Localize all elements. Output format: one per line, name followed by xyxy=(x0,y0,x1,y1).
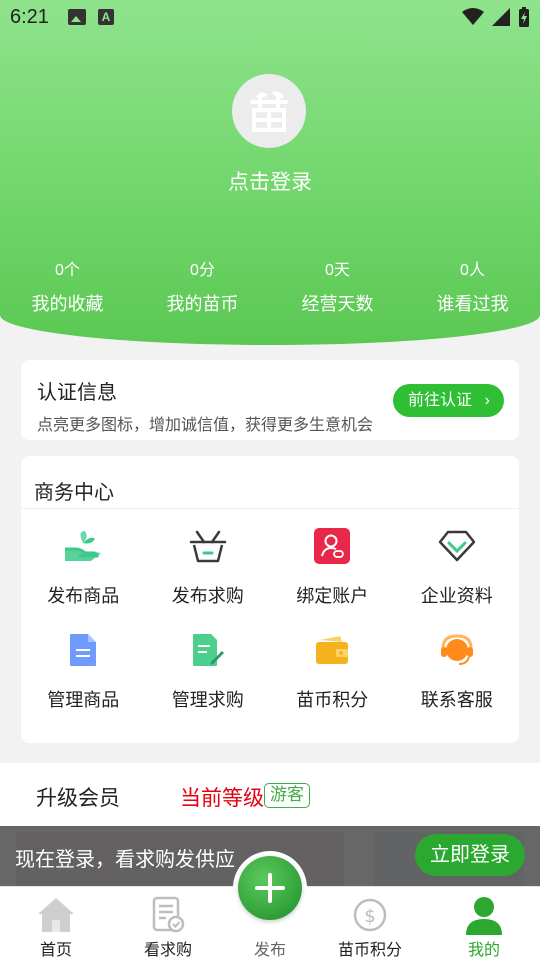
business-center-card: 商务中心 发布商品 发布求购 绑定账户 企业资料 管理商品 管理求购 苗币积分 … xyxy=(21,456,519,743)
chevron-right-icon: › xyxy=(484,392,490,409)
business-grid: 发布商品 发布求购 绑定账户 企业资料 管理商品 管理求购 苗币积分 联系客服 xyxy=(21,526,519,712)
grid-label: 绑定账户 xyxy=(296,586,369,606)
level-badge: 游客 xyxy=(264,783,310,808)
stat-label: 我的苗币 xyxy=(166,294,239,314)
home-icon xyxy=(38,898,74,932)
wallet-icon xyxy=(316,636,349,664)
publish-request-button[interactable]: 发布求购 xyxy=(146,526,271,608)
tab-label: 我的 xyxy=(467,942,500,959)
seedling-logo-icon xyxy=(250,91,288,132)
plus-icon xyxy=(255,873,285,903)
status-time: 6:21 xyxy=(10,6,49,28)
grid-label: 企业资料 xyxy=(420,586,493,606)
grid-label: 管理求购 xyxy=(171,690,244,710)
wifi-icon xyxy=(462,8,484,25)
stat-label: 经营天数 xyxy=(301,294,374,314)
status-bar: 6:21 A xyxy=(0,0,540,36)
bottom-tab-bar: 首页 看求购 发布 $ 苗币积分 我的 xyxy=(0,851,540,960)
account-link-icon xyxy=(314,528,351,564)
auth-title: 认证信息 xyxy=(37,382,117,404)
stat-business-days[interactable]: 0天 经营天数 xyxy=(270,256,405,316)
tab-label: 发布 xyxy=(253,942,286,959)
tab-label: 看求购 xyxy=(143,942,192,959)
go-verify-button[interactable]: 前往认证 › xyxy=(393,384,504,417)
tab-home[interactable]: 首页 xyxy=(2,887,110,960)
stat-label: 我的收藏 xyxy=(31,294,104,314)
stat-coins[interactable]: 0分 我的苗币 xyxy=(135,256,270,316)
upgrade-member-row[interactable]: 升级会员 当前等级 游客 xyxy=(0,763,540,818)
avatar[interactable] xyxy=(232,74,306,148)
grid-label: 联系客服 xyxy=(420,690,493,710)
stat-value: 0分 xyxy=(190,262,215,279)
auth-card: 认证信息 点亮更多图标，增加诚信值，获得更多生意机会 前往认证 › xyxy=(21,360,519,440)
tab-coin-points[interactable]: $ 苗币积分 xyxy=(316,887,424,960)
business-center-title: 商务中心 xyxy=(34,482,114,504)
basket-icon xyxy=(189,530,226,563)
request-list-icon xyxy=(152,896,185,933)
company-info-button[interactable]: 企业资料 xyxy=(395,526,520,608)
tab-mine[interactable]: 我的 xyxy=(430,887,538,960)
grid-label: 苗币积分 xyxy=(296,690,369,710)
stat-visitors[interactable]: 0人 谁看过我 xyxy=(405,256,540,316)
current-level-label: 当前等级 xyxy=(180,787,264,810)
login-now-button[interactable]: 立即登录 xyxy=(415,834,525,876)
upgrade-member-title: 升级会员 xyxy=(36,787,120,810)
font-notification-icon: A xyxy=(98,9,114,25)
manage-products-button[interactable]: 管理商品 xyxy=(21,630,146,712)
diamond-icon xyxy=(438,530,475,562)
manage-requests-button[interactable]: 管理求购 xyxy=(146,630,271,712)
image-notification-icon xyxy=(68,9,86,25)
hand-plant-icon xyxy=(65,531,102,561)
user-icon xyxy=(466,897,502,935)
document-icon xyxy=(70,634,97,666)
stat-favorites[interactable]: 0个 我的收藏 xyxy=(0,256,135,316)
stat-label: 谁看过我 xyxy=(436,294,509,314)
login-banner-text: 现在登录，看求购发供应 xyxy=(15,849,235,871)
grid-label: 管理商品 xyxy=(47,690,120,710)
bind-account-button[interactable]: 绑定账户 xyxy=(270,526,395,608)
stat-value: 0个 xyxy=(55,262,80,279)
auth-description: 点亮更多图标，增加诚信值，获得更多生意机会 xyxy=(37,417,374,434)
battery-icon xyxy=(519,7,529,27)
tab-requests[interactable]: 看求购 xyxy=(114,887,222,960)
login-prompt[interactable]: 点击登录 xyxy=(0,166,540,196)
stat-value: 0天 xyxy=(325,262,350,279)
profile-header: 6:21 A 点击登录 0个 我的收藏 0分 我的苗币 0天 经营天数 0人 谁… xyxy=(0,0,540,345)
stats-row: 0个 我的收藏 0分 我的苗币 0天 经营天数 0人 谁看过我 xyxy=(0,256,540,316)
svg-text:$: $ xyxy=(364,906,375,927)
headset-icon xyxy=(440,634,473,665)
edit-document-icon xyxy=(192,634,224,666)
cell-signal-icon xyxy=(492,8,510,26)
grid-label: 发布商品 xyxy=(47,586,120,606)
publish-fab[interactable] xyxy=(233,851,307,925)
coin-points-button[interactable]: 苗币积分 xyxy=(270,630,395,712)
coin-icon: $ xyxy=(353,898,387,932)
customer-service-button[interactable]: 联系客服 xyxy=(395,630,520,712)
tab-label: 苗币积分 xyxy=(337,942,402,959)
go-verify-label: 前往认证 xyxy=(408,392,473,409)
tab-label: 首页 xyxy=(39,942,72,959)
stat-value: 0人 xyxy=(460,262,485,279)
publish-product-button[interactable]: 发布商品 xyxy=(21,526,146,608)
tab-publish[interactable]: 发布 xyxy=(216,851,324,960)
grid-label: 发布求购 xyxy=(171,586,244,606)
divider xyxy=(21,508,519,509)
